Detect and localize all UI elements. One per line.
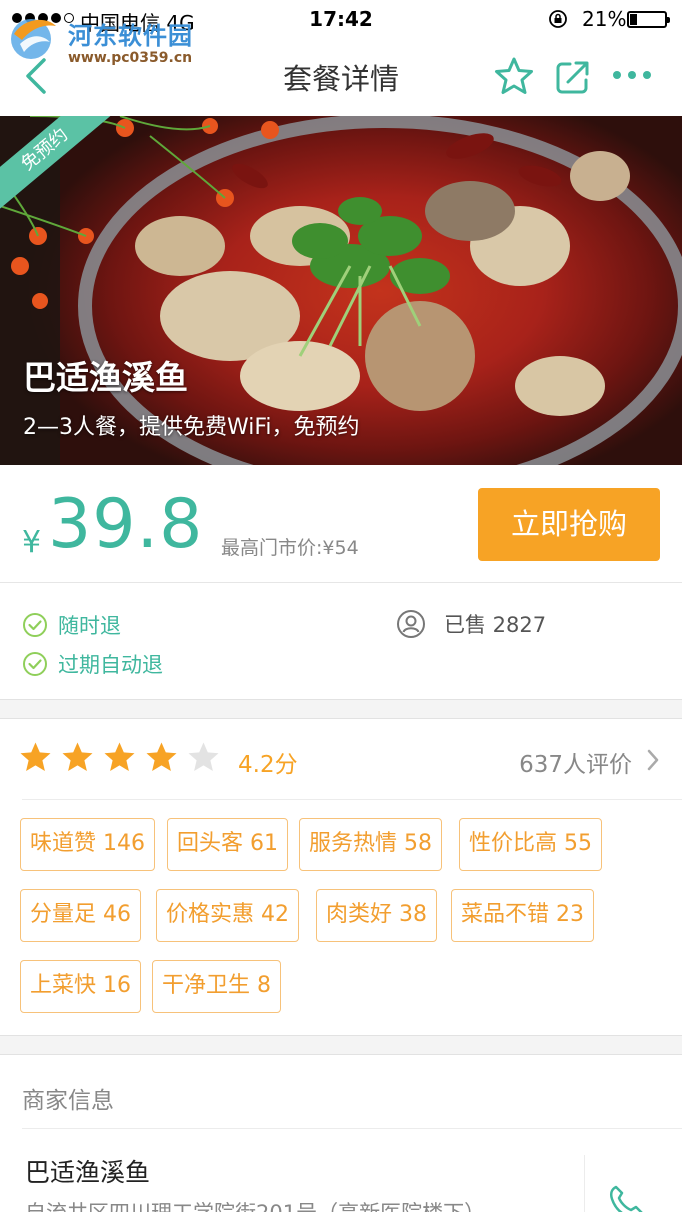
rating-score: 4.2分 <box>238 752 298 778</box>
battery-icon <box>627 11 670 28</box>
review-tag[interactable]: 味道赞 146 <box>20 818 155 871</box>
refund-anytime-item: 随时退 <box>22 610 121 640</box>
review-tag[interactable]: 分量足 46 <box>20 889 141 942</box>
review-tag[interactable]: 肉类好 38 <box>316 889 437 942</box>
check-circle-icon <box>23 613 47 637</box>
divider <box>584 1155 585 1212</box>
review-tag[interactable]: 干净卫生 8 <box>152 960 281 1013</box>
current-price: 39.8 <box>48 485 204 564</box>
rating-stars <box>19 741 220 774</box>
star-filled-icon <box>20 742 51 771</box>
star-filled-icon <box>104 742 135 771</box>
share-icon[interactable] <box>554 58 592 96</box>
merchant-section-title: 商家信息 <box>22 1088 114 1114</box>
guarantee-section: 随时退 过期自动退 已售 2827 <box>0 583 682 700</box>
star-filled-icon <box>146 742 177 771</box>
price-section: ¥ 39.8 最高门市价:¥54 立即抢购 <box>0 465 682 583</box>
deal-detail-page: 中国电信 4G 17:42 21% 河东软件园 www.pc0359.cn 套餐… <box>0 0 682 1212</box>
user-circle-icon <box>397 610 425 638</box>
phone-icon[interactable] <box>606 1183 646 1212</box>
watermark: 河东软件园 www.pc0359.cn <box>4 8 214 68</box>
review-count[interactable]: 637人评价 <box>519 745 632 779</box>
deal-hero-image: 免预约 巴适渔溪鱼 2—3人餐，提供免费WiFi，免预约 <box>0 116 682 465</box>
chevron-right-icon[interactable] <box>646 749 660 771</box>
watermark-logo-icon <box>11 19 56 59</box>
deal-name: 巴适渔溪鱼 <box>23 358 188 397</box>
currency-symbol: ¥ <box>22 525 42 560</box>
merchant-address[interactable]: 自流井区四川理工学院街201号（高新医院楼下） <box>25 1197 485 1212</box>
review-tag[interactable]: 上菜快 16 <box>20 960 141 1013</box>
market-price: 最高门市价:¥54 <box>221 537 359 559</box>
divider <box>22 1128 682 1129</box>
review-tag[interactable]: 服务热情 58 <box>299 818 442 871</box>
check-circle-icon <box>23 652 47 676</box>
refund-anytime-label: 随时退 <box>58 614 121 638</box>
ratings-section[interactable]: 4.2分 637人评价 味道赞 146 回头客 61 服务热情 58 性价比高 … <box>0 718 682 1036</box>
auto-refund-item: 过期自动退 <box>22 649 163 679</box>
deal-subtitle: 2—3人餐，提供免费WiFi，免预约 <box>23 415 360 440</box>
more-icon[interactable] <box>612 68 652 82</box>
divider <box>22 799 682 800</box>
battery-percentage: 21% <box>582 7 627 31</box>
buy-now-button[interactable]: 立即抢购 <box>478 488 660 561</box>
watermark-url: www.pc0359.cn <box>68 50 193 66</box>
review-tag[interactable]: 性价比高 55 <box>459 818 602 871</box>
review-tag[interactable]: 回头客 61 <box>167 818 288 871</box>
rotation-lock-icon <box>549 10 567 28</box>
review-tag[interactable]: 菜品不错 23 <box>451 889 594 942</box>
merchant-section: 商家信息 巴适渔溪鱼 自流井区四川理工学院街201号（高新医院楼下） <box>0 1054 682 1212</box>
auto-refund-label: 过期自动退 <box>58 653 163 677</box>
star-filled-icon <box>62 742 93 771</box>
watermark-name: 河东软件园 <box>68 22 193 50</box>
sold-count-label: 已售 2827 <box>444 613 547 637</box>
favorite-star-icon[interactable] <box>494 56 534 96</box>
merchant-name[interactable]: 巴适渔溪鱼 <box>25 1153 150 1189</box>
review-tag[interactable]: 价格实惠 42 <box>156 889 299 942</box>
sold-count: 已售 2827 <box>396 609 546 639</box>
star-empty-icon <box>188 742 219 771</box>
